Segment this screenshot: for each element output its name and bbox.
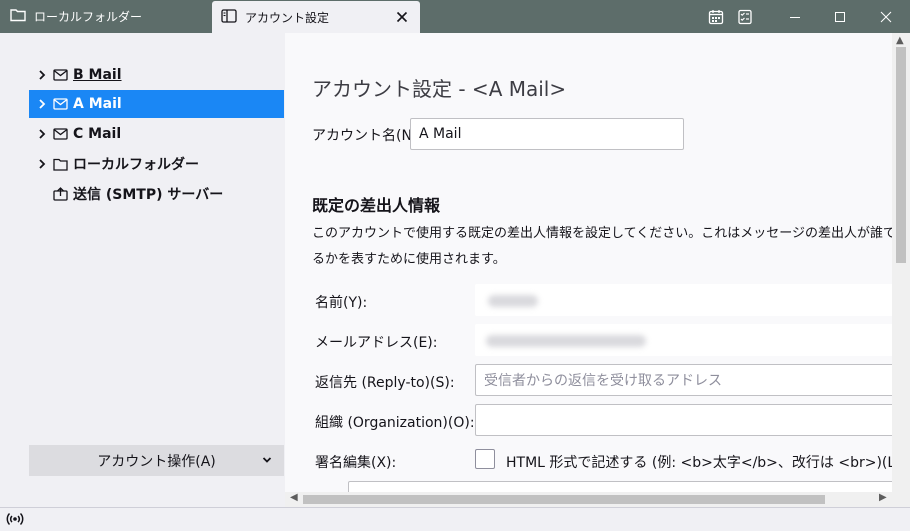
signature-textarea[interactable] <box>348 481 892 492</box>
email-field[interactable] <box>475 324 892 356</box>
sidebar-item-c-mail[interactable]: C Mail <box>29 120 284 148</box>
redacted-value <box>486 335 646 347</box>
settings-tab-icon <box>221 8 237 26</box>
identity-description: このアカウントで使用する既定の差出人情報を設定してください。これはメッセージの差… <box>312 226 892 267</box>
chevron-right-icon[interactable] <box>33 129 51 139</box>
account-name-field[interactable]: A Mail <box>410 118 684 150</box>
mail-icon <box>51 69 69 81</box>
chevron-right-icon[interactable] <box>33 159 51 169</box>
tab-bar: ローカルフォルダー アカウント設定 <box>0 0 910 33</box>
chevron-right-icon[interactable] <box>33 70 51 80</box>
scroll-thumb[interactable] <box>303 495 825 504</box>
folder-icon <box>10 8 26 25</box>
close-icon[interactable] <box>394 9 410 25</box>
window-close-icon[interactable] <box>863 0 909 33</box>
sidebar-item-label: 送信 (SMTP) サーバー <box>73 187 224 203</box>
scroll-thumb[interactable] <box>896 47 906 263</box>
email-label: メールアドレス(E): <box>315 335 438 351</box>
section-title: 既定の差出人情報 <box>312 196 441 215</box>
chevron-down-icon <box>262 453 272 469</box>
horizontal-scrollbar[interactable]: ◀ ▶ <box>285 492 910 507</box>
chevron-right-icon[interactable] <box>33 99 51 109</box>
account-settings-pane: アカウント設定 - <A Mail> アカウント名(N): A Mail 既定の… <box>285 33 892 492</box>
sidebar-item-a-mail[interactable]: A Mail <box>29 90 284 118</box>
html-signature-label: HTML 形式で記述する (例: <b>太字</b>、改行は <br>)(L) <box>506 455 892 471</box>
account-actions-label: アカウント操作(A) <box>97 453 216 470</box>
tab-label: アカウント設定 <box>245 10 330 25</box>
name-field[interactable] <box>475 284 892 316</box>
reply-to-field[interactable]: 受信者からの返信を受け取るアドレス <box>475 364 892 396</box>
sidebar-item-label: ローカルフォルダー <box>73 157 199 173</box>
tab-local-folders[interactable]: ローカルフォルダー <box>0 0 212 33</box>
status-bar <box>0 507 910 531</box>
organization-field[interactable] <box>475 404 892 436</box>
outbox-icon <box>51 187 69 201</box>
redacted-value <box>488 295 538 307</box>
sidebar-item-smtp[interactable]: 送信 (SMTP) サーバー <box>29 180 284 208</box>
online-status-icon[interactable] <box>6 511 24 531</box>
mail-icon <box>51 128 69 140</box>
sidebar-item-label: C Mail <box>73 126 122 142</box>
sidebar-item-label: B Mail <box>73 67 122 83</box>
mail-icon <box>51 98 69 110</box>
account-sidebar: B Mail A Mail C Mail ローカルフォルダー 送信 (SMTP)… <box>0 33 285 507</box>
maximize-icon[interactable] <box>817 0 863 33</box>
scroll-right-icon[interactable]: ▶ <box>879 492 887 503</box>
organization-label: 組織 (Organization)(O): <box>315 415 475 431</box>
tab-account-settings[interactable]: アカウント設定 <box>212 1 420 33</box>
sidebar-item-label: A Mail <box>73 96 122 112</box>
scroll-left-icon[interactable]: ◀ <box>290 492 298 503</box>
reply-to-label: 返信先 (Reply-to)(S): <box>315 375 455 391</box>
sidebar-item-b-mail[interactable]: B Mail <box>29 61 284 89</box>
account-actions-button[interactable]: アカウント操作(A) <box>29 445 284 476</box>
minimize-icon[interactable] <box>772 0 818 33</box>
html-signature-checkbox[interactable] <box>475 449 495 469</box>
tasks-icon[interactable] <box>722 0 768 33</box>
folder-icon <box>51 158 69 171</box>
account-name-label: アカウント名(N): <box>312 128 423 144</box>
tab-label: ローカルフォルダー <box>34 10 143 24</box>
page-title: アカウント設定 - <A Mail> <box>312 77 567 101</box>
name-label: 名前(Y): <box>315 295 368 311</box>
sidebar-item-local-folders[interactable]: ローカルフォルダー <box>29 150 284 178</box>
scroll-up-icon[interactable]: ▲ <box>896 35 904 46</box>
signature-label: 署名編集(X): <box>315 455 397 471</box>
vertical-scrollbar[interactable]: ▲ <box>892 33 910 492</box>
